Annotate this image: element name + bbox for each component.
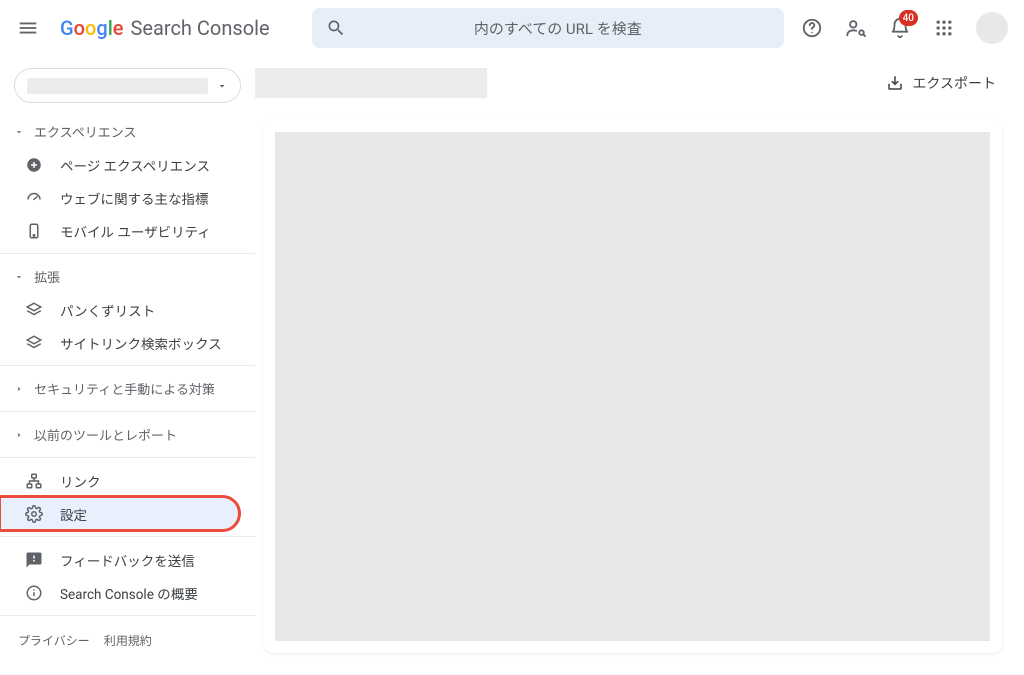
content-card bbox=[263, 120, 1002, 653]
sidebar: エクスペリエンス ページ エクスペリエンス ウェブに関する主な指標 モバイル ユ… bbox=[0, 56, 255, 675]
section-label: エクスペリエンス bbox=[34, 122, 136, 141]
notification-badge: 40 bbox=[899, 10, 918, 26]
section-legacy-tools[interactable]: 以前のツールとレポート bbox=[0, 418, 255, 451]
nav-label: パンくずリスト bbox=[60, 300, 155, 320]
section-security[interactable]: セキュリティと手動による対策 bbox=[0, 372, 255, 405]
mobile-icon bbox=[25, 222, 43, 240]
search-placeholder-text: 内のすべての URL を検査 bbox=[346, 18, 770, 39]
sitemap-icon bbox=[25, 472, 43, 490]
plus-circle-icon bbox=[25, 156, 43, 174]
export-button[interactable]: エクスポート bbox=[886, 73, 996, 93]
product-logo[interactable]: Google Search Console bbox=[60, 16, 270, 40]
section-label: 以前のツールとレポート bbox=[34, 425, 177, 444]
main-content: エクスポート bbox=[255, 56, 1024, 675]
help-icon bbox=[801, 17, 823, 39]
speedometer-icon bbox=[25, 189, 43, 207]
property-selector[interactable] bbox=[14, 68, 241, 103]
nav-label: ウェブに関する主な指標 bbox=[60, 188, 209, 208]
apps-grid-icon bbox=[934, 18, 954, 38]
url-inspection-search[interactable]: 内のすべての URL を検査 bbox=[312, 8, 784, 48]
users-button[interactable] bbox=[836, 8, 876, 48]
caret-right-icon bbox=[14, 384, 24, 394]
gear-icon bbox=[25, 505, 43, 523]
layers-icon bbox=[25, 334, 43, 352]
divider bbox=[0, 457, 255, 458]
nav-settings[interactable]: 設定 bbox=[0, 497, 239, 530]
content-placeholder bbox=[275, 132, 990, 641]
nav-about[interactable]: Search Console の概要 bbox=[0, 576, 255, 609]
caret-right-icon bbox=[14, 430, 24, 440]
divider bbox=[0, 253, 255, 254]
privacy-link[interactable]: プライバシー bbox=[18, 632, 90, 649]
nav-mobile-usability[interactable]: モバイル ユーザビリティ bbox=[0, 214, 255, 247]
property-name-placeholder bbox=[27, 78, 208, 94]
nav-label: フィードバックを送信 bbox=[60, 550, 195, 570]
nav-feedback[interactable]: フィードバックを送信 bbox=[0, 543, 255, 576]
apps-button[interactable] bbox=[924, 8, 964, 48]
product-name: Search Console bbox=[131, 16, 270, 40]
feedback-icon bbox=[25, 551, 43, 569]
nav-page-experience[interactable]: ページ エクスペリエンス bbox=[0, 148, 255, 181]
main-header: エクスポート bbox=[255, 56, 1024, 110]
nav-label: サイトリンク検索ボックス bbox=[60, 333, 222, 353]
section-enhancements[interactable]: 拡張 bbox=[0, 260, 255, 293]
page-title-placeholder bbox=[255, 68, 487, 98]
nav-links[interactable]: リンク bbox=[0, 464, 255, 497]
export-label: エクスポート bbox=[912, 73, 996, 93]
help-button[interactable] bbox=[792, 8, 832, 48]
section-experience[interactable]: エクスペリエンス bbox=[0, 115, 255, 148]
section-label: セキュリティと手動による対策 bbox=[34, 379, 215, 398]
nav-label: 設定 bbox=[60, 504, 87, 524]
hamburger-icon bbox=[17, 17, 39, 39]
divider bbox=[0, 411, 255, 412]
notifications-button[interactable]: 40 bbox=[880, 8, 920, 48]
nav-label: Search Console の概要 bbox=[60, 583, 198, 603]
layers-icon bbox=[25, 301, 43, 319]
nav-label: モバイル ユーザビリティ bbox=[60, 221, 211, 241]
divider bbox=[0, 365, 255, 366]
nav-core-web-vitals[interactable]: ウェブに関する主な指標 bbox=[0, 181, 255, 214]
section-label: 拡張 bbox=[34, 267, 60, 286]
app-header: Google Search Console 内のすべての URL を検査 40 bbox=[0, 0, 1024, 56]
account-avatar[interactable] bbox=[976, 12, 1008, 44]
nav-sitelinks-searchbox[interactable]: サイトリンク検索ボックス bbox=[0, 326, 255, 359]
download-icon bbox=[886, 74, 904, 92]
app-body: エクスペリエンス ページ エクスペリエンス ウェブに関する主な指標 モバイル ユ… bbox=[0, 56, 1024, 675]
sidebar-footer: プライバシー 利用規約 bbox=[0, 622, 255, 667]
main-menu-button[interactable] bbox=[8, 8, 48, 48]
google-logo: Google bbox=[60, 16, 124, 40]
divider bbox=[0, 536, 255, 537]
nav-breadcrumbs[interactable]: パンくずリスト bbox=[0, 293, 255, 326]
caret-down-icon bbox=[14, 127, 24, 137]
info-icon bbox=[25, 584, 43, 602]
manage-users-icon bbox=[845, 17, 867, 39]
nav-label: ページ エクスペリエンス bbox=[60, 155, 210, 175]
caret-down-icon bbox=[14, 272, 24, 282]
nav-label: リンク bbox=[60, 471, 101, 491]
header-actions: 40 bbox=[792, 8, 1016, 48]
terms-link[interactable]: 利用規約 bbox=[104, 632, 152, 649]
search-icon bbox=[326, 18, 346, 38]
dropdown-icon bbox=[216, 80, 228, 92]
divider bbox=[0, 615, 255, 616]
